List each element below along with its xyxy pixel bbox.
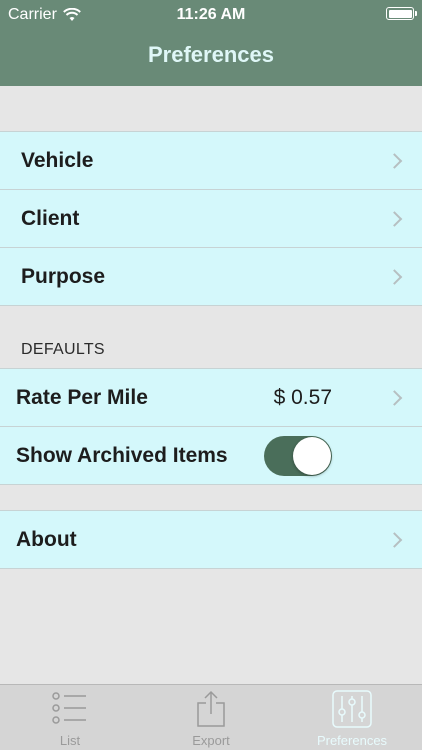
- defaults-group: Rate Per Mile $ 0.57 Show Archived Items: [0, 368, 422, 485]
- tab-preferences[interactable]: Preferences: [282, 685, 422, 750]
- vehicle-row[interactable]: Vehicle: [0, 132, 422, 189]
- show-archived-label: Show Archived Items: [16, 443, 228, 467]
- chevron-right-icon: [386, 389, 403, 406]
- show-archived-toggle[interactable]: [264, 435, 332, 476]
- tab-export[interactable]: Export: [141, 685, 281, 750]
- about-label: About: [16, 527, 77, 551]
- show-archived-row: Show Archived Items: [0, 426, 422, 484]
- clock: 11:26 AM: [176, 6, 246, 23]
- tab-bar: List Export Preferences: [0, 684, 422, 750]
- status-bar: Carrier 11:26 AM: [0, 0, 422, 30]
- list-icon: [52, 692, 86, 724]
- chevron-right-icon: [386, 531, 403, 548]
- tab-list[interactable]: List: [0, 685, 140, 750]
- client-label: Client: [21, 206, 80, 230]
- chevron-right-icon: [386, 152, 403, 169]
- about-group: About: [0, 510, 422, 569]
- about-row[interactable]: About: [0, 511, 422, 568]
- chevron-right-icon: [386, 268, 403, 285]
- rate-per-mile-value: $ 0.57: [273, 385, 332, 409]
- lists-group: Vehicle Client Purpose: [0, 131, 422, 306]
- vehicle-label: Vehicle: [21, 148, 94, 172]
- purpose-row[interactable]: Purpose: [0, 247, 422, 305]
- battery-icon: [386, 7, 417, 20]
- tab-export-label: Export: [192, 733, 230, 748]
- client-row[interactable]: Client: [0, 189, 422, 247]
- share-icon: [197, 690, 225, 727]
- rate-per-mile-label: Rate Per Mile: [16, 385, 148, 409]
- page-title: Preferences: [148, 42, 274, 67]
- defaults-section-header: DEFAULTS: [21, 341, 105, 358]
- sliders-icon: [332, 690, 372, 728]
- toggle-knob: [293, 436, 331, 475]
- navigation-bar: Carrier 11:26 AM Preferences: [0, 0, 422, 86]
- rate-per-mile-row[interactable]: Rate Per Mile $ 0.57: [0, 369, 422, 426]
- tab-preferences-label: Preferences: [316, 733, 388, 748]
- tab-list-label: List: [59, 733, 81, 748]
- chevron-right-icon: [386, 210, 403, 227]
- purpose-label: Purpose: [21, 264, 106, 288]
